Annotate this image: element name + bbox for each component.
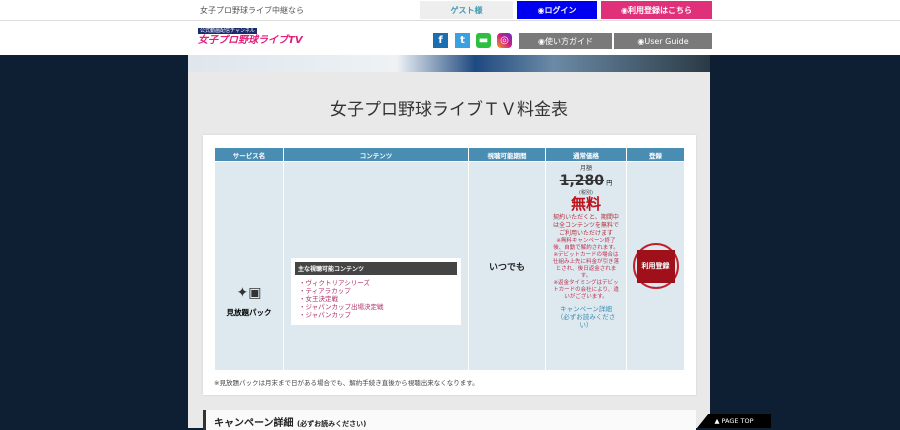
campaign-title: キャンペーン詳細 — [214, 418, 294, 429]
register-button[interactable]: 利用登録 — [636, 249, 675, 283]
note-debit: ※デビットカードの場合は仕組み上先に料金が引き落とされ、後日返金されます。 — [552, 252, 619, 279]
free-label: 無料 — [570, 195, 601, 213]
content-item: ・ジャパンカップ — [299, 310, 351, 319]
page-title: 女子プロ野球ライブＴＶ料金表 — [330, 100, 568, 120]
price-cell: 月額 1,280 円 (税別) 無料 契約いただくと、期間中は全コンテンツを無料… — [545, 161, 627, 371]
guide-en-button[interactable]: ◉ User Guide — [614, 33, 712, 49]
video-icon: ✦▣ — [236, 284, 262, 301]
period-cell: いつでも — [468, 161, 546, 371]
campaign-details-link[interactable]: キャンペーン詳細（必ずお読みください） — [546, 305, 626, 329]
note-refund: ※返金タイミングはデビットカードの会社により、違いがございます。 — [553, 280, 619, 300]
tagline: 女子プロ野球ライブ中継なら — [200, 6, 304, 15]
contents-cell: 主な視聴可能コンテンツ ・ヴィクトリアシリーズ ・ティアラカップ ・女王決定戦 … — [283, 161, 469, 371]
content-item: ・ジャパンカップ出場決定戦 — [299, 302, 384, 311]
content-item: ・ティアラカップ — [299, 286, 351, 295]
footnote: ※見放題パックは月末まで日がある場合でも、解約手続き直後から視聴出来なくなります… — [214, 379, 479, 387]
contents-box: 主な視聴可能コンテンツ ・ヴィクトリアシリーズ ・ティアラカップ ・女王決定戦 … — [291, 257, 461, 325]
guide-jp-button[interactable]: ◉ 使い方ガイド — [519, 33, 612, 49]
login-label: ログイン — [544, 5, 577, 15]
content-item: ・ヴィクトリアシリーズ — [299, 278, 370, 287]
logo[interactable]: 公式動画配信チャンネル 女子プロ野球ライブTV — [198, 28, 323, 50]
instagram-icon[interactable]: ◎ — [497, 33, 512, 48]
free-description: 契約いただくと、期間中は全コンテンツを無料でご利用いただけます — [552, 214, 619, 237]
campaign-subtitle: (必ずお読みください) — [296, 420, 367, 428]
price-label: 月額 — [579, 165, 592, 172]
facebook-icon[interactable]: f — [433, 33, 448, 48]
line-icon[interactable]: ▬ — [476, 33, 491, 48]
page-top-button[interactable]: ▲ PAGE TOP — [697, 414, 771, 428]
content-item: ・女王決定戦 — [299, 294, 338, 303]
price-unit: 円 — [606, 180, 613, 187]
register-circle: 利用登録 — [632, 243, 679, 289]
header-service: サービス名 — [214, 147, 284, 162]
login-button[interactable]: ◉ ログイン — [517, 1, 597, 19]
header-period: 視聴可能期間 — [468, 147, 546, 162]
note-auto-cancel: ※無料キャンペーン終了後、自動で解約されます。 — [553, 238, 619, 251]
header-register: 登録 — [626, 147, 685, 162]
contents-heading: 主な視聴可能コンテンツ — [295, 261, 457, 275]
pricing-table: サービス名 コンテンツ 視聴可能期間 通常価格 登録 ✦▣ 見放題パック 主な視… — [214, 147, 685, 371]
period-value: いつでも — [488, 262, 525, 273]
regular-price: 1,280 — [559, 173, 605, 189]
pricing-card: サービス名 コンテンツ 視聴可能期間 通常価格 登録 ✦▣ 見放題パック 主な視… — [203, 135, 696, 395]
register-cell: 利用登録 — [626, 161, 685, 371]
logo-text: 女子プロ野球ライブTV — [198, 35, 303, 46]
banner-image — [188, 55, 710, 72]
header-contents: コンテンツ — [283, 147, 469, 162]
campaign-section-heading: キャンペーン詳細 (必ずお読みください) — [203, 410, 696, 430]
main-content: 女子プロ野球ライブＴＶ料金表 サービス名 コンテンツ 視聴可能期間 通常価格 登… — [188, 55, 710, 430]
service-name: 見放題パック — [226, 307, 272, 317]
register-top-button[interactable]: ◉ 利用登録はこちら — [601, 1, 712, 19]
table-row: ✦▣ 見放題パック 主な視聴可能コンテンツ ・ヴィクトリアシリーズ ・ティアラカ… — [214, 161, 685, 371]
guest-label: ゲスト様 — [420, 1, 513, 19]
twitter-icon[interactable]: t — [455, 33, 470, 48]
guide-jp-label: 使い方ガイド — [544, 36, 593, 46]
guide-en-label: User Guide — [644, 36, 689, 46]
header-price: 通常価格 — [545, 147, 627, 162]
service-cell: ✦▣ 見放題パック — [214, 161, 284, 371]
header: 公式動画配信チャンネル 女子プロ野球ライブTV f t ▬ ◎ ◉ 使い方ガイド… — [0, 21, 900, 55]
register-top-label: 利用登録はこちら — [627, 5, 692, 15]
top-bar: 女子プロ野球ライブ中継なら ゲスト様 ◉ ログイン ◉ 利用登録はこちら — [0, 0, 900, 21]
